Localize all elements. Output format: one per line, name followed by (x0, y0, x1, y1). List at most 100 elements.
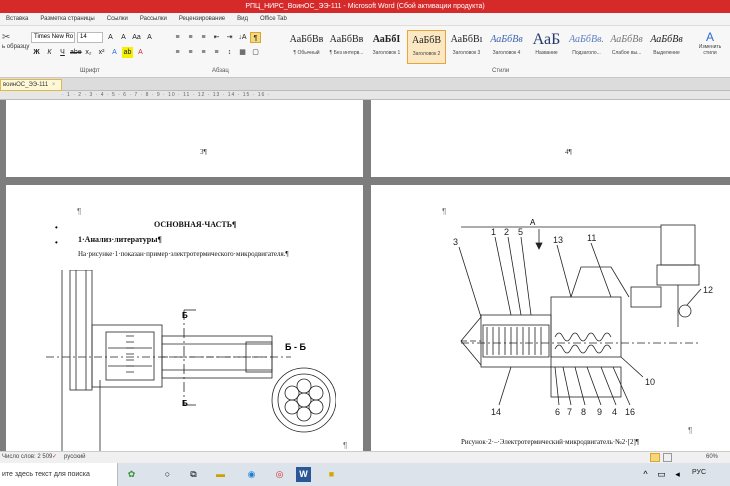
bullets-button[interactable]: ≡ (172, 32, 183, 43)
tab-review[interactable]: Рецензирование (179, 16, 225, 22)
page-4: 4¶ (371, 100, 730, 177)
highlight-button[interactable]: ab (122, 47, 133, 58)
paragraph-group-label: Абзац (212, 68, 229, 74)
zoom-level[interactable]: 60% (706, 454, 718, 460)
font-size-field[interactable]: 14 (77, 32, 103, 43)
callout-1: 1 (491, 227, 496, 237)
tab-view[interactable]: Вид (237, 16, 248, 22)
style-heading-1[interactable]: АаБбI Заголовок 1 (367, 30, 406, 64)
callout-14: 14 (491, 407, 501, 417)
style-heading-2[interactable]: АаБбВ Заголовок 2 (407, 30, 446, 64)
callout-10: 10 (645, 377, 655, 387)
style-heading-4[interactable]: АаБбВв Заголовок 4 (487, 30, 526, 64)
tab-insert[interactable]: Вставка (6, 16, 28, 22)
clear-format-button[interactable]: A (144, 32, 155, 43)
language-indicator[interactable]: русский (64, 454, 86, 460)
proofing-icon[interactable]: ✓ (52, 453, 57, 460)
word-count[interactable]: Число слов: 2 509 (2, 454, 52, 460)
tab-page-layout[interactable]: Разметка страницы (40, 16, 94, 22)
text-effects-button[interactable]: A (109, 47, 120, 58)
font-group-label: Шрифт (80, 68, 100, 74)
style-subtle-emphasis[interactable]: АаБбВв Слабое вы... (607, 30, 646, 64)
window-title: РПЦ_НИРС_ВоинОС_ЭЭ-111 - Microsoft Word … (245, 3, 485, 10)
justify-button[interactable]: ≡ (211, 47, 222, 58)
chrome-icon[interactable]: ◎ (272, 467, 287, 482)
window-title-bar: РПЦ_НИРС_ВоинОС_ЭЭ-111 - Microsoft Word … (0, 0, 730, 13)
callout-8: 8 (581, 407, 586, 417)
outdent-button[interactable]: ⇤ (211, 32, 222, 43)
change-case-button[interactable]: Aa (131, 32, 142, 43)
cut-label-bottom: Б (182, 399, 188, 408)
align-right-button[interactable]: ≡ (198, 47, 209, 58)
task-view-icon[interactable]: ○ (160, 467, 175, 482)
cut-label-top: Б (182, 311, 188, 320)
callout-6: 6 (555, 407, 560, 417)
style-no-spacing[interactable]: АаБбВв ¶ Без интерв... (327, 30, 366, 64)
bullet-icon: • (55, 223, 58, 232)
page-number: 4¶ (565, 148, 572, 156)
align-center-button[interactable]: ≡ (185, 47, 196, 58)
body-paragraph: На·рисунке·1·показан·пример·электротерми… (78, 250, 289, 258)
cut-icon[interactable]: ✂ (2, 32, 10, 43)
font-name-field[interactable]: Times New Ro (31, 32, 75, 43)
taskbar: ите здесь текст для поиска ✿ ○ ⧉ ▬ ◉ ◎ W… (0, 463, 730, 486)
indent-button[interactable]: ⇥ (224, 32, 235, 43)
file-explorer-icon[interactable]: ▬ (213, 467, 228, 482)
pilcrow: ¶ (688, 426, 693, 435)
grow-font-button[interactable]: A (105, 32, 116, 43)
network-icon[interactable]: ▭ (654, 467, 669, 482)
print-layout-icon[interactable] (650, 453, 660, 462)
shading-button[interactable]: ▦ (237, 47, 248, 58)
format-painter-button[interactable]: ь образцу (2, 44, 29, 50)
tab-mailings[interactable]: Рассылки (140, 16, 167, 22)
styles-gallery: АаБбВв ¶ Обычный АаБбВв ¶ Без интерв... Аа… (287, 30, 686, 64)
figure-1-drawing (46, 270, 336, 451)
close-icon[interactable]: × (52, 82, 56, 88)
status-bar: Число слов: 2 509 ✓ русский 60% (0, 451, 730, 463)
numbering-button[interactable]: ≡ (185, 32, 196, 43)
edge-icon[interactable]: ◉ (244, 467, 259, 482)
pilcrow: ¶ (77, 207, 82, 216)
tab-references[interactable]: Ссылки (107, 16, 128, 22)
style-title[interactable]: АаБ Название (527, 30, 566, 64)
taskbar-search[interactable]: ите здесь текст для поиска (0, 463, 118, 486)
align-left-button[interactable]: ≡ (172, 47, 183, 58)
sort-button[interactable]: ↓А (237, 32, 248, 43)
style-heading-3[interactable]: АаБбВı Заголовок 3 (447, 30, 486, 64)
pilcrow: ¶ (442, 207, 447, 216)
superscript-button[interactable]: x² (96, 47, 107, 58)
style-normal[interactable]: АаБбВв ¶ Обычный (287, 30, 326, 64)
font-color-button[interactable]: A (135, 47, 146, 58)
style-emphasis[interactable]: АаБбВв Выделение (647, 30, 686, 64)
change-styles-button[interactable]: A Изменить стили (695, 30, 725, 56)
italic-button[interactable]: К (44, 47, 55, 58)
pilcrow: ¶ (343, 441, 348, 450)
task-switch-icon[interactable]: ⧉ (186, 467, 201, 482)
underline-button[interactable]: Ч (57, 47, 68, 58)
language-tray[interactable]: РУС (692, 469, 706, 476)
callout-7: 7 (567, 407, 572, 417)
styles-group-label: Стили (492, 68, 510, 74)
full-screen-icon[interactable] (663, 453, 672, 462)
borders-button[interactable]: ▢ (250, 47, 261, 58)
multilevel-button[interactable]: ≡ (198, 32, 209, 43)
callout-9: 9 (597, 407, 602, 417)
line-spacing-button[interactable]: ↕ (224, 47, 235, 58)
section-heading: 1·Анализ·литературы¶ (78, 235, 162, 244)
shrink-font-button[interactable]: A (118, 32, 129, 43)
style-subtitle[interactable]: АаБбВв. Подзаголо... (567, 30, 606, 64)
document-tab[interactable]: воинОС_ЭЭ-111 × (0, 79, 62, 91)
word-icon[interactable]: W (296, 467, 311, 482)
strikethrough-button[interactable]: abe (70, 47, 82, 58)
folder-icon[interactable]: ■ (324, 467, 339, 482)
figure-caption: Рисунок·2·–·Электротермический·микродвиг… (461, 438, 639, 446)
cortana-icon[interactable]: ✿ (124, 467, 139, 482)
bold-button[interactable]: Ж (31, 47, 42, 58)
horizontal-ruler[interactable]: · 1 · 2 · 3 · 4 · 5 · 6 · 7 · 8 · 9 · 10… (0, 91, 730, 100)
tab-office-tab[interactable]: Office Tab (260, 16, 287, 22)
subscript-button[interactable]: x₂ (83, 47, 94, 58)
show-marks-button[interactable]: ¶ (250, 32, 261, 43)
chapter-heading: ОСНОВНАЯ·ЧАСТЬ¶ (154, 220, 237, 229)
volume-icon[interactable]: ◂ (670, 467, 685, 482)
tray-chevron-icon[interactable]: ^ (638, 467, 653, 482)
